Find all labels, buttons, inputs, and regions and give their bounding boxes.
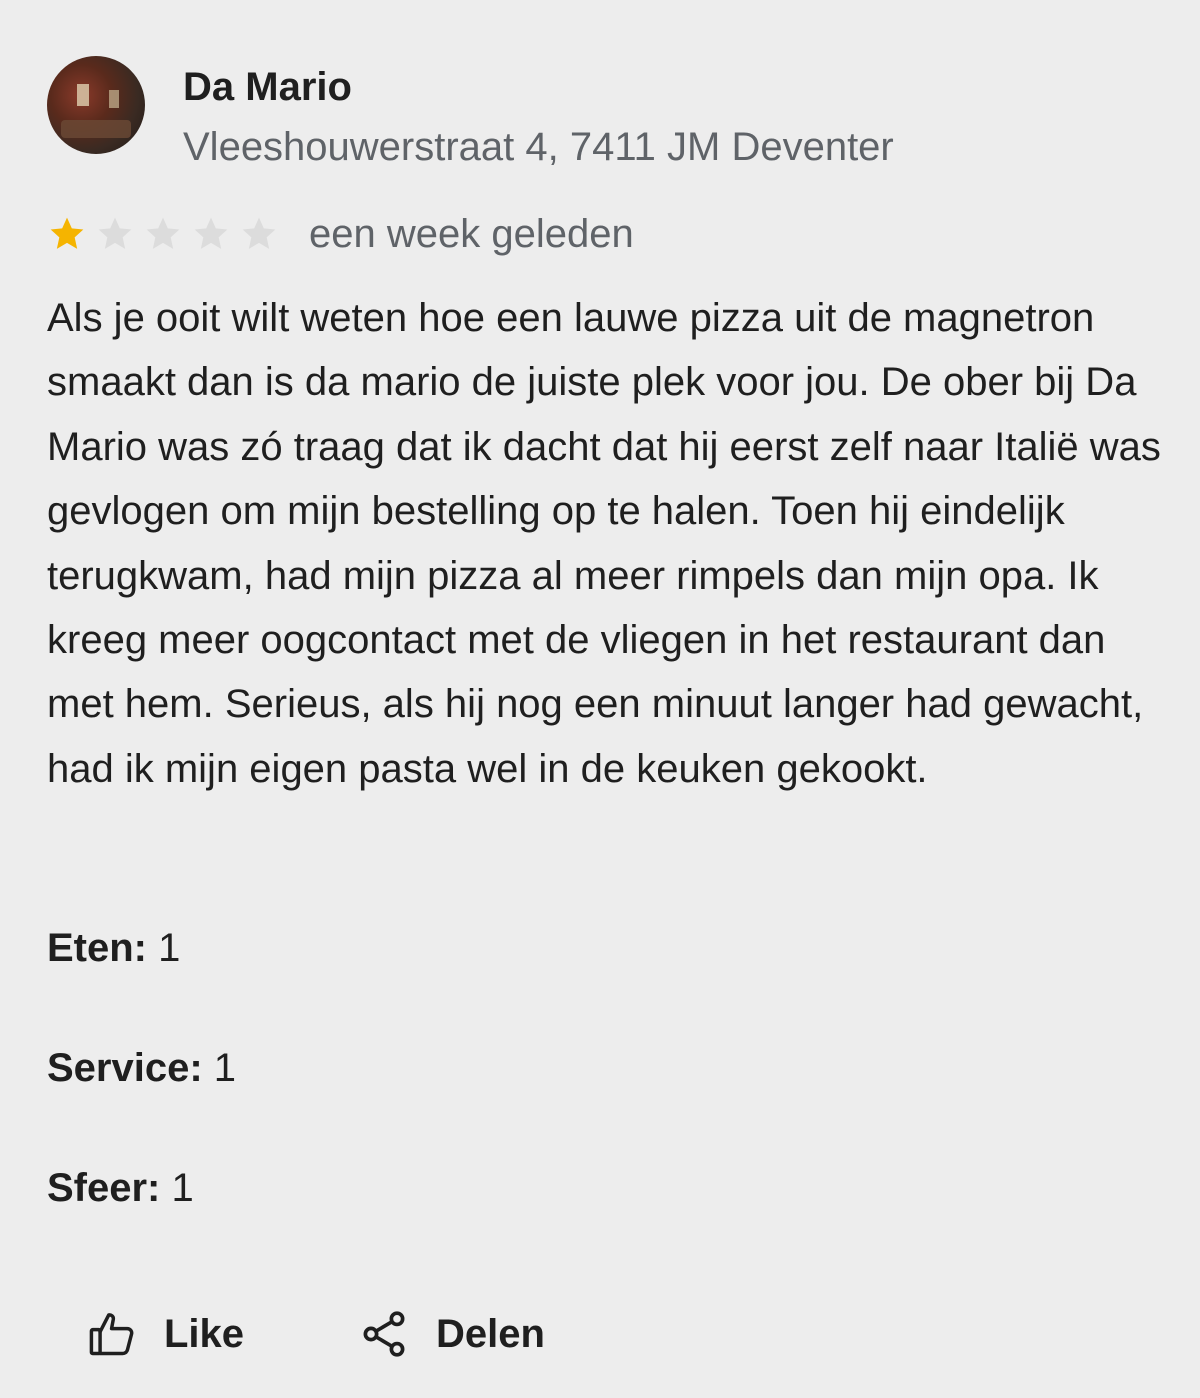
place-info: Da Mario Vleeshouwerstraat 4, 7411 JM De…	[183, 56, 894, 167]
rating-row: een week geleden	[47, 214, 634, 254]
category-scores: Eten: 1 Service: 1 Sfeer: 1	[47, 928, 236, 1288]
score-value: 1	[158, 926, 181, 970]
like-button[interactable]: Like	[86, 1308, 244, 1360]
thumbs-up-icon	[86, 1308, 138, 1360]
score-food: Eten: 1	[47, 928, 236, 1048]
place-header: Da Mario Vleeshouwerstraat 4, 7411 JM De…	[47, 56, 894, 167]
score-atmosphere: Sfeer: 1	[47, 1168, 236, 1288]
star-empty-icon	[239, 214, 279, 254]
score-label: Eten:	[47, 926, 147, 970]
score-service: Service: 1	[47, 1048, 236, 1168]
like-label: Like	[164, 1312, 245, 1356]
avatar-window	[77, 84, 89, 106]
avatar-table	[61, 120, 131, 138]
place-name[interactable]: Da Mario	[183, 67, 894, 107]
score-label: Sfeer:	[47, 1166, 161, 1210]
star-empty-icon	[191, 214, 231, 254]
review-actions: Like Delen	[86, 1308, 545, 1360]
score-label: Service:	[47, 1046, 203, 1090]
star-filled-icon	[47, 214, 87, 254]
star-rating	[47, 214, 287, 254]
star-empty-icon	[143, 214, 183, 254]
score-value: 1	[171, 1166, 194, 1210]
place-address: Vleeshouwerstraat 4, 7411 JM Deventer	[183, 125, 894, 169]
share-button[interactable]: Delen	[358, 1308, 545, 1360]
review-date: een week geleden	[309, 212, 634, 256]
star-empty-icon	[95, 214, 135, 254]
place-avatar[interactable]	[47, 56, 145, 154]
avatar-window	[109, 90, 119, 108]
share-label: Delen	[436, 1312, 545, 1356]
review-text: Als je ooit wilt weten hoe een lauwe piz…	[47, 296, 1161, 791]
score-value: 1	[213, 1046, 237, 1090]
share-icon	[358, 1308, 410, 1360]
